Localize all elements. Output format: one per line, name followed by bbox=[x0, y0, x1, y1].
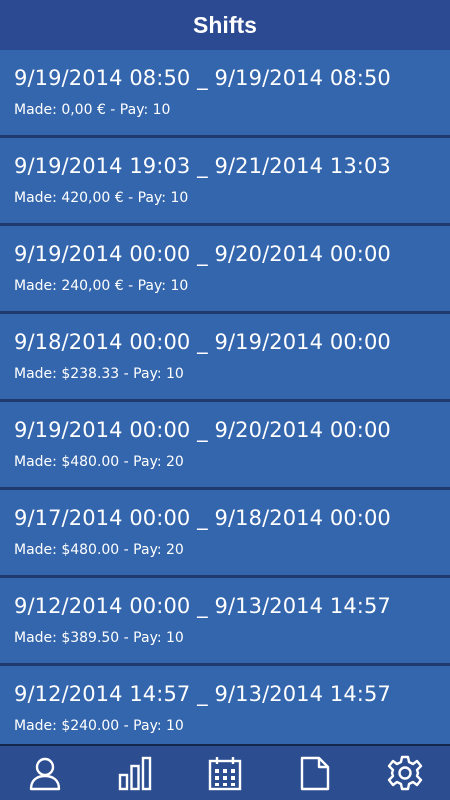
shift-row[interactable]: 9/18/2014 00:00 _ 9/19/2014 00:00 Made: … bbox=[0, 314, 450, 402]
shift-earnings: Made: 240,00 € - Pay: 10 bbox=[14, 278, 189, 294]
shift-date-range: 9/19/2014 00:00 _ 9/20/2014 00:00 bbox=[14, 418, 391, 442]
shift-earnings: Made: $389.50 - Pay: 10 bbox=[14, 630, 184, 646]
document-icon bbox=[300, 756, 330, 791]
shift-earnings: Made: $238.33 - Pay: 10 bbox=[14, 366, 184, 382]
shift-date-range: 9/18/2014 00:00 _ 9/19/2014 00:00 bbox=[14, 330, 391, 354]
tab-stats[interactable] bbox=[105, 746, 165, 800]
tab-profile[interactable] bbox=[15, 746, 75, 800]
shift-date-range: 9/19/2014 19:03 _ 9/21/2014 13:03 bbox=[14, 154, 391, 178]
shift-date-range: 9/12/2014 14:57 _ 9/13/2014 14:57 bbox=[14, 682, 391, 706]
shift-row[interactable]: 9/19/2014 19:03 _ 9/21/2014 13:03 Made: … bbox=[0, 138, 450, 226]
shift-earnings: Made: $240.00 - Pay: 10 bbox=[14, 718, 184, 734]
tab-calendar[interactable] bbox=[195, 746, 255, 800]
tab-settings[interactable] bbox=[375, 746, 435, 800]
shift-date-range: 9/12/2014 00:00 _ 9/13/2014 14:57 bbox=[14, 594, 391, 618]
shift-date-range: 9/19/2014 08:50 _ 9/19/2014 08:50 bbox=[14, 66, 391, 90]
bottom-tab-bar bbox=[0, 744, 450, 800]
shift-earnings: Made: $480.00 - Pay: 20 bbox=[14, 454, 184, 470]
shift-earnings: Made: 0,00 € - Pay: 10 bbox=[14, 102, 171, 118]
shift-row[interactable]: 9/19/2014 00:00 _ 9/20/2014 00:00 Made: … bbox=[0, 402, 450, 490]
shift-row[interactable]: 9/19/2014 08:50 _ 9/19/2014 08:50 Made: … bbox=[0, 50, 450, 138]
bar-chart-icon bbox=[118, 756, 152, 791]
shift-date-range: 9/17/2014 00:00 _ 9/18/2014 00:00 bbox=[14, 506, 391, 530]
person-icon bbox=[29, 757, 61, 791]
shift-date-range: 9/19/2014 00:00 _ 9/20/2014 00:00 bbox=[14, 242, 391, 266]
shift-row[interactable]: 9/12/2014 00:00 _ 9/13/2014 14:57 Made: … bbox=[0, 578, 450, 666]
shift-row[interactable]: 9/19/2014 00:00 _ 9/20/2014 00:00 Made: … bbox=[0, 226, 450, 314]
app-header: Shifts bbox=[0, 0, 450, 50]
calendar-icon bbox=[208, 757, 242, 791]
shift-list[interactable]: 9/19/2014 08:50 _ 9/19/2014 08:50 Made: … bbox=[0, 50, 450, 744]
page-title: Shifts bbox=[193, 11, 257, 38]
shift-earnings: Made: $480.00 - Pay: 20 bbox=[14, 542, 184, 558]
shift-row[interactable]: 9/17/2014 00:00 _ 9/18/2014 00:00 Made: … bbox=[0, 490, 450, 578]
gear-icon bbox=[387, 755, 423, 791]
tab-reports[interactable] bbox=[285, 746, 345, 800]
shift-earnings: Made: 420,00 € - Pay: 10 bbox=[14, 190, 189, 206]
shift-row[interactable]: 9/12/2014 14:57 _ 9/13/2014 14:57 Made: … bbox=[0, 666, 450, 744]
